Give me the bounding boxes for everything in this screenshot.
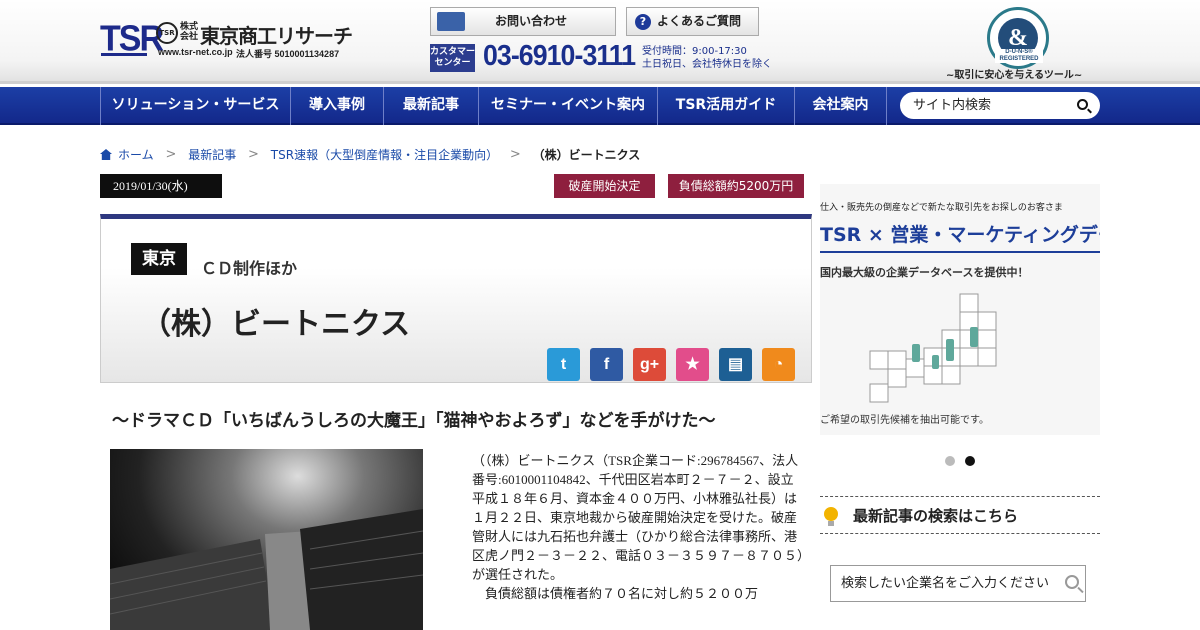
company-name-logo[interactable]: 東京商工リサーチ <box>200 20 353 49</box>
contact-label: お問い合わせ <box>495 14 568 28</box>
banner-subtitle: 国内最大級の企業データベースを提供中！ <box>820 266 1029 279</box>
phone-number[interactable]: 03-6910-3111 <box>483 40 636 73</box>
prefecture-badge: 東京 <box>131 243 187 275</box>
main-nav: ソリューション・サービス 導入事例 最新記事 セミナー・イベント案内 TSR活用… <box>0 87 1200 125</box>
google-plus-icon[interactable]: g+ <box>633 348 666 381</box>
carousel-dot-2[interactable] <box>965 456 975 466</box>
site-search-input[interactable]: サイト内検索 <box>900 92 1100 119</box>
breadcrumb-latest[interactable]: 最新記事 <box>188 148 236 162</box>
star-icon[interactable]: ★ <box>676 348 709 381</box>
nav-company[interactable]: 会社案内 <box>795 87 887 125</box>
hours-line-2: 土日祝日、会社特休日を除く <box>642 59 772 70</box>
company-search-input[interactable]: 検索したい企業名をご入力ください <box>830 565 1086 602</box>
search-icon[interactable] <box>1065 575 1079 589</box>
hours-line-1: 受付時間：9:00-17:30 <box>642 46 747 57</box>
logo-underline <box>101 53 147 56</box>
facebook-icon[interactable]: f <box>590 348 623 381</box>
tag-debt-amount[interactable]: 負債総額約5200万円 <box>668 174 804 198</box>
japan-map-icon <box>869 293 997 403</box>
tag-bankruptcy[interactable]: 破産開始決定 <box>554 174 655 198</box>
faq-label: よくあるご質問 <box>657 14 742 28</box>
tsr-mark-icon: TSR <box>156 22 178 44</box>
duns-registered-text: D-U-N-S® REGISTERED <box>995 49 1043 63</box>
nav-seminars[interactable]: セミナー・イベント案内 <box>479 87 658 125</box>
kaisha-label: 株式会社 <box>180 22 199 42</box>
duns-caption: ~取引に安心を与えるツール~ <box>946 70 1083 81</box>
chevron-right-icon: > <box>509 147 521 162</box>
business-hours: 受付時間：9:00-17:30 土日祝日、会社特休日を除く <box>642 45 772 71</box>
article-paragraph-1: （（株）ビートニクス（TSR企業コード:296784567、法人番号:60100… <box>472 453 804 582</box>
latest-search-heading: 最新記事の検索はこちら <box>820 496 1100 534</box>
site-header: TSR TSR 株式会社 東京商工リサーチ www.tsr-net.co.jp … <box>0 0 1200 84</box>
breadcrumb-home[interactable]: ホーム <box>118 148 154 162</box>
company-search-placeholder: 検索したい企業名をご入力ください <box>841 576 1050 591</box>
question-icon: ? <box>635 14 651 30</box>
chevron-right-icon: > <box>248 147 259 162</box>
promo-banner[interactable]: 仕入・販売先の倒産などで新たな取引先をお探しのお客さま TSR × 営業・マーケ… <box>820 184 1100 435</box>
nav-solutions[interactable]: ソリューション・サービス <box>100 87 291 125</box>
lightbulb-icon <box>824 507 838 526</box>
industry-label: ＣＤ制作ほか <box>201 259 298 278</box>
corporate-number: 法人番号 5010001134287 <box>236 49 340 59</box>
banner-title: TSR × 営業・マーケティングデータ <box>820 224 1100 246</box>
article-paragraph-2: 負債総額は債権者約７０名に対し約５２００万 <box>485 586 759 601</box>
rss-icon[interactable]: ◔ <box>762 348 795 381</box>
nav-guide[interactable]: TSR活用ガイド <box>658 87 795 125</box>
company-title: （株）ビートニクス <box>141 307 411 342</box>
contact-button[interactable]: お問い合わせ <box>430 7 616 36</box>
breadcrumb-current: （株）ビートニクス <box>532 148 641 162</box>
article-date: 2019/01/30(水) <box>100 174 222 198</box>
skyscraper-image <box>110 509 423 630</box>
nav-case-studies[interactable]: 導入事例 <box>291 87 384 125</box>
banner-top-text: 仕入・販売先の倒産などで新たな取引先をお探しのお客さま <box>820 203 1063 213</box>
article-header: 東京 ＣＤ制作ほか （株）ビートニクス t f g+ ★ ▤ ◔ <box>100 214 812 383</box>
banner-footer-text: ご希望の取引先候補を抽出可能です。 <box>820 415 989 426</box>
nav-latest-articles[interactable]: 最新記事 <box>384 87 479 125</box>
duns-badge[interactable]: & D-U-N-S® REGISTERED <box>987 7 1049 69</box>
article-headline: ～ドラマＣＤ「いちばんうしろの大魔王」「猫神やおよろず」などを手がけた～ <box>112 411 716 431</box>
article-body: （（株）ビートニクス（TSR企業コード:296784567、法人番号:60100… <box>472 451 804 603</box>
customer-center-badge: カスタマーセンター <box>430 44 475 72</box>
faq-button[interactable]: ? よくあるご質問 <box>626 7 759 36</box>
search-icon[interactable] <box>1077 99 1088 110</box>
site-search-placeholder: サイト内検索 <box>913 98 992 113</box>
twitter-icon[interactable]: t <box>547 348 580 381</box>
breadcrumb-tsr-flash[interactable]: TSR速報（大型倒産情報・注目企業動向） <box>271 148 498 162</box>
contact-form-icon <box>437 12 465 31</box>
site-url: www.tsr-net.co.jp <box>158 47 233 57</box>
article-photo <box>110 449 423 630</box>
banner-divider <box>820 251 1100 253</box>
chevron-right-icon: > <box>165 147 177 162</box>
home-icon <box>100 149 112 160</box>
print-icon[interactable]: ▤ <box>719 348 752 381</box>
carousel-dot-1[interactable] <box>945 456 955 466</box>
breadcrumb: ホーム > 最新記事 > TSR速報（大型倒産情報・注目企業動向） > （株）ビ… <box>100 146 640 163</box>
latest-search-label: 最新記事の検索はこちら <box>853 507 1019 525</box>
